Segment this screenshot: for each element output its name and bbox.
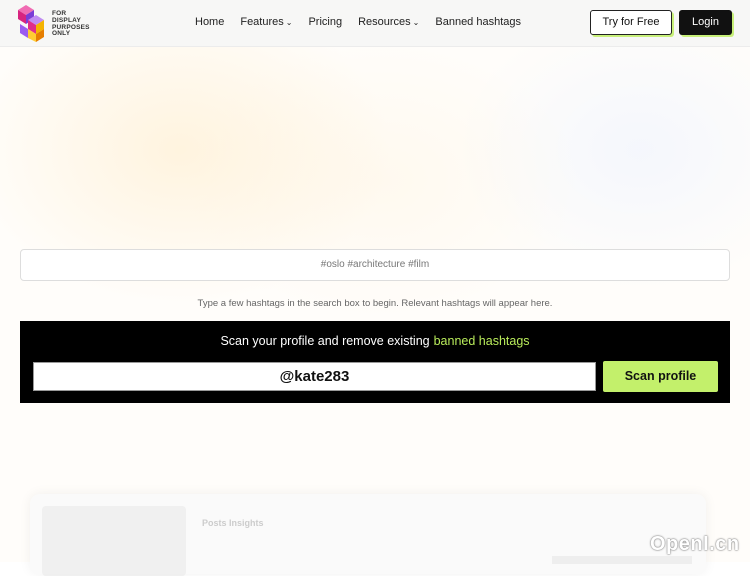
search-helper-text: Type a few hashtags in the search box to… bbox=[197, 298, 553, 309]
login-button[interactable]: Login bbox=[679, 10, 732, 35]
nav-pricing[interactable]: Pricing bbox=[308, 16, 342, 28]
top-navbar: FOR DISPLAY PURPOSES ONLY Home Features ⌄… bbox=[0, 0, 750, 47]
chevron-down-icon: ⌄ bbox=[285, 18, 293, 27]
nav-resources[interactable]: Resources ⌄ bbox=[358, 16, 419, 28]
scan-heading-text: Scan your profile and remove existing bbox=[220, 334, 430, 348]
primary-nav: Home Features ⌄ Pricing Resources ⌄ Banned… bbox=[195, 16, 521, 28]
try-for-free-button[interactable]: Try for Free bbox=[590, 10, 672, 35]
preview-sidebar bbox=[42, 506, 186, 576]
nav-resources-label: Resources bbox=[358, 16, 411, 28]
banned-hashtags-link[interactable]: banned hashtags bbox=[434, 334, 530, 348]
nav-features-label: Features bbox=[240, 16, 284, 28]
scan-heading: Scan your profile and remove existing ban… bbox=[20, 334, 730, 348]
profile-username-input[interactable]: @kate283 bbox=[33, 362, 596, 391]
preview-title: Posts Insights bbox=[202, 518, 264, 528]
dashboard-preview: Posts Insights bbox=[30, 494, 706, 576]
watermark: OpenI.cn bbox=[650, 533, 740, 555]
scan-profile-button[interactable]: Scan profile bbox=[603, 361, 718, 392]
profile-scan-panel: Scan your profile and remove existing ban… bbox=[20, 321, 730, 403]
brand-logo-icon[interactable] bbox=[16, 4, 48, 42]
nav-home[interactable]: Home bbox=[195, 16, 224, 28]
hero-background bbox=[0, 0, 750, 562]
brand-logo-text: FOR DISPLAY PURPOSES ONLY bbox=[52, 10, 90, 38]
chevron-down-icon: ⌄ bbox=[412, 18, 420, 27]
preview-bar bbox=[552, 556, 692, 564]
hashtag-search-input[interactable]: #oslo #architecture #film bbox=[20, 249, 730, 281]
nav-banned-hashtags[interactable]: Banned hashtags bbox=[435, 16, 521, 28]
nav-features[interactable]: Features ⌄ bbox=[240, 16, 292, 28]
